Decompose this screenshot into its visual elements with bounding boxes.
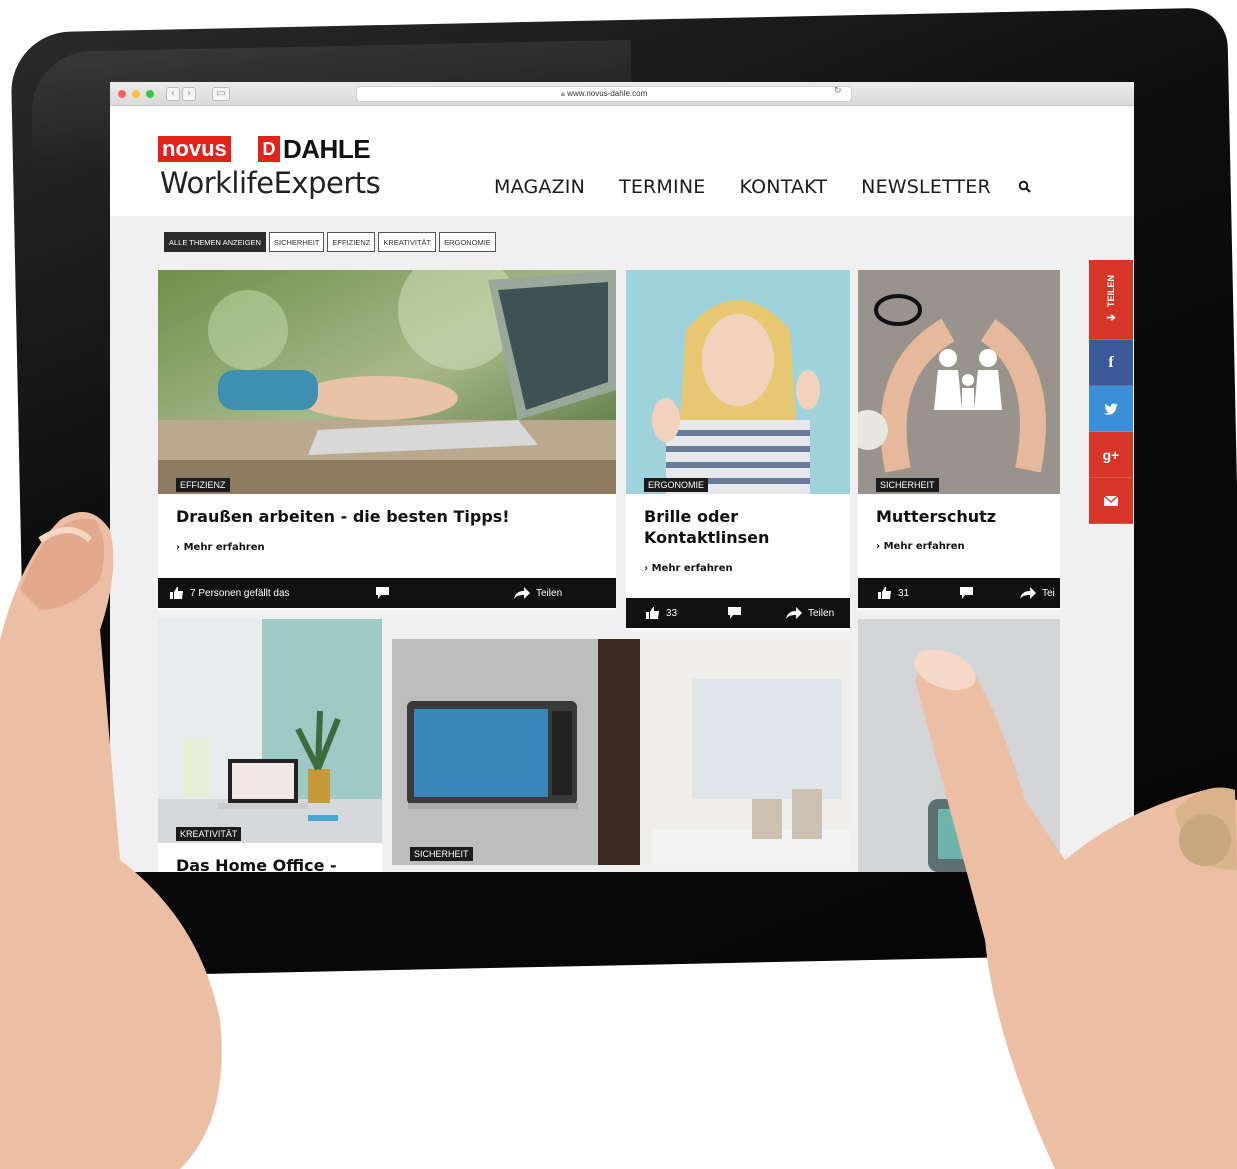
article-image[interactable]	[158, 270, 616, 494]
like-count: 31	[898, 587, 910, 599]
address-bar[interactable]: 🔒︎ www.novus-dahle.com	[356, 86, 852, 102]
share-toggle-button[interactable]: TEILEN ➔	[1089, 260, 1133, 340]
comment-button[interactable]	[376, 587, 395, 599]
back-icon[interactable]: ‹	[166, 87, 180, 101]
nav-newsletter[interactable]: NEWSLETTER	[861, 176, 991, 198]
share-button[interactable]: Tei	[1020, 587, 1055, 599]
comment-button[interactable]	[728, 607, 747, 619]
article-title-line: Kontaktlinsen	[644, 528, 770, 547]
article-image[interactable]	[858, 270, 1060, 494]
twitter-share-button[interactable]	[1089, 386, 1133, 432]
article-card[interactable]: SICHERHEIT	[392, 639, 850, 865]
share-button[interactable]: Teilen	[514, 587, 562, 599]
nav-termine[interactable]: TERMINE	[619, 176, 705, 198]
thumbs-up-icon	[646, 607, 659, 619]
like-button[interactable]: 31	[878, 587, 909, 599]
sidebar-icon[interactable]: ▭	[212, 87, 230, 101]
read-more-label: Mehr erfahren	[883, 541, 965, 552]
comment-button[interactable]	[960, 587, 979, 599]
nav-magazin[interactable]: MAGAZIN	[494, 176, 585, 198]
category-tag[interactable]: EFFIZIENZ	[176, 478, 230, 492]
share-arrow-icon: ➔	[1106, 312, 1116, 324]
comment-icon	[728, 607, 741, 619]
topic-filter-bar: ALLE THEMEN ANZEIGEN SICHERHEIT EFFIZIEN…	[164, 232, 499, 252]
main-nav: MAGAZIN TERMINE KONTAKT NEWSLETTER	[494, 176, 1025, 198]
google-plus-share-button[interactable]: g+	[1089, 432, 1133, 478]
site-tagline: WorklifeExperts	[160, 166, 381, 200]
mail-share-button[interactable]	[1089, 478, 1133, 524]
filter-kreativitaet[interactable]: KREATIVITÄT	[378, 232, 437, 252]
card-action-bar: 31 Tei	[858, 578, 1060, 608]
close-window-button[interactable]	[118, 90, 126, 98]
filter-sicherheit[interactable]: SICHERHEIT	[268, 232, 325, 252]
share-label: Teilen	[536, 587, 563, 599]
nav-kontakt[interactable]: KONTAKT	[739, 176, 827, 198]
comment-icon	[960, 587, 973, 599]
forward-icon[interactable]: ›	[182, 87, 196, 101]
card-action-bar: 33 Teilen	[626, 598, 850, 628]
share-arrow-icon	[786, 607, 802, 619]
site-header: novus D DAHLE WorklifeExperts MAGAZIN TE…	[110, 106, 1134, 216]
share-arrow-icon	[1020, 587, 1036, 599]
facebook-share-button[interactable]: f	[1089, 340, 1133, 386]
article-image[interactable]	[626, 270, 850, 494]
article-title[interactable]: Brille oder Kontaktlinsen	[644, 506, 769, 548]
browser-toolbar: ‹ › ▭ 🔒︎ www.novus-dahle.com ↻	[110, 82, 1134, 106]
twitter-icon	[1104, 403, 1118, 415]
facebook-icon: f	[1108, 353, 1114, 371]
thumbs-up-icon	[878, 587, 891, 599]
read-more-link[interactable]: › Mehr erfahren	[644, 563, 733, 574]
like-count: 33	[666, 607, 678, 619]
dahle-logo[interactable]: DAHLE	[283, 134, 371, 165]
like-button[interactable]: 33	[646, 607, 677, 619]
chevron-right-icon: ›	[876, 541, 884, 552]
share-sidebar-label: TEILEN	[1106, 274, 1116, 307]
reload-icon[interactable]: ↻	[834, 86, 842, 96]
share-label: Tei	[1042, 587, 1055, 599]
maximize-window-button[interactable]	[146, 90, 154, 98]
mail-icon	[1104, 495, 1118, 506]
minimize-window-button[interactable]	[132, 90, 140, 98]
left-hand	[0, 512, 222, 1169]
article-card[interactable]: ERGONOMIE Brille oder Kontaktlinsen › Me…	[626, 270, 850, 630]
right-hand	[914, 649, 1237, 1169]
filter-effizienz[interactable]: EFFIZIENZ	[327, 232, 376, 252]
read-more-link[interactable]: › Mehr erfahren	[876, 541, 965, 552]
filter-ergonomie[interactable]: ERGONOMIE	[439, 232, 496, 252]
read-more-label: Mehr erfahren	[651, 563, 733, 574]
category-tag[interactable]: ERGONOMIE	[644, 478, 709, 492]
article-title[interactable]: Mutterschutz	[876, 506, 996, 527]
chevron-right-icon: ›	[644, 563, 652, 574]
filter-all[interactable]: ALLE THEMEN ANZEIGEN	[164, 232, 266, 252]
share-label: Teilen	[808, 607, 835, 619]
url-text: www.novus-dahle.com	[567, 89, 648, 98]
article-title-line: Brille oder	[644, 507, 739, 526]
share-button[interactable]: Teilen	[786, 607, 834, 619]
article-image[interactable]	[392, 639, 850, 865]
search-icon[interactable]	[1018, 180, 1032, 194]
social-share-sidebar: TEILEN ➔ f g+	[1089, 260, 1133, 524]
share-arrow-icon	[514, 587, 530, 599]
dahle-logo-mark: D	[258, 136, 280, 162]
category-tag[interactable]: SICHERHEIT	[410, 847, 473, 861]
novus-logo[interactable]: novus	[158, 136, 231, 162]
category-tag[interactable]: SICHERHEIT	[876, 478, 939, 492]
article-card[interactable]: SICHERHEIT Mutterschutz › Mehr erfahren …	[858, 270, 1060, 610]
google-plus-icon: g+	[1102, 446, 1120, 463]
comment-icon	[376, 587, 389, 599]
